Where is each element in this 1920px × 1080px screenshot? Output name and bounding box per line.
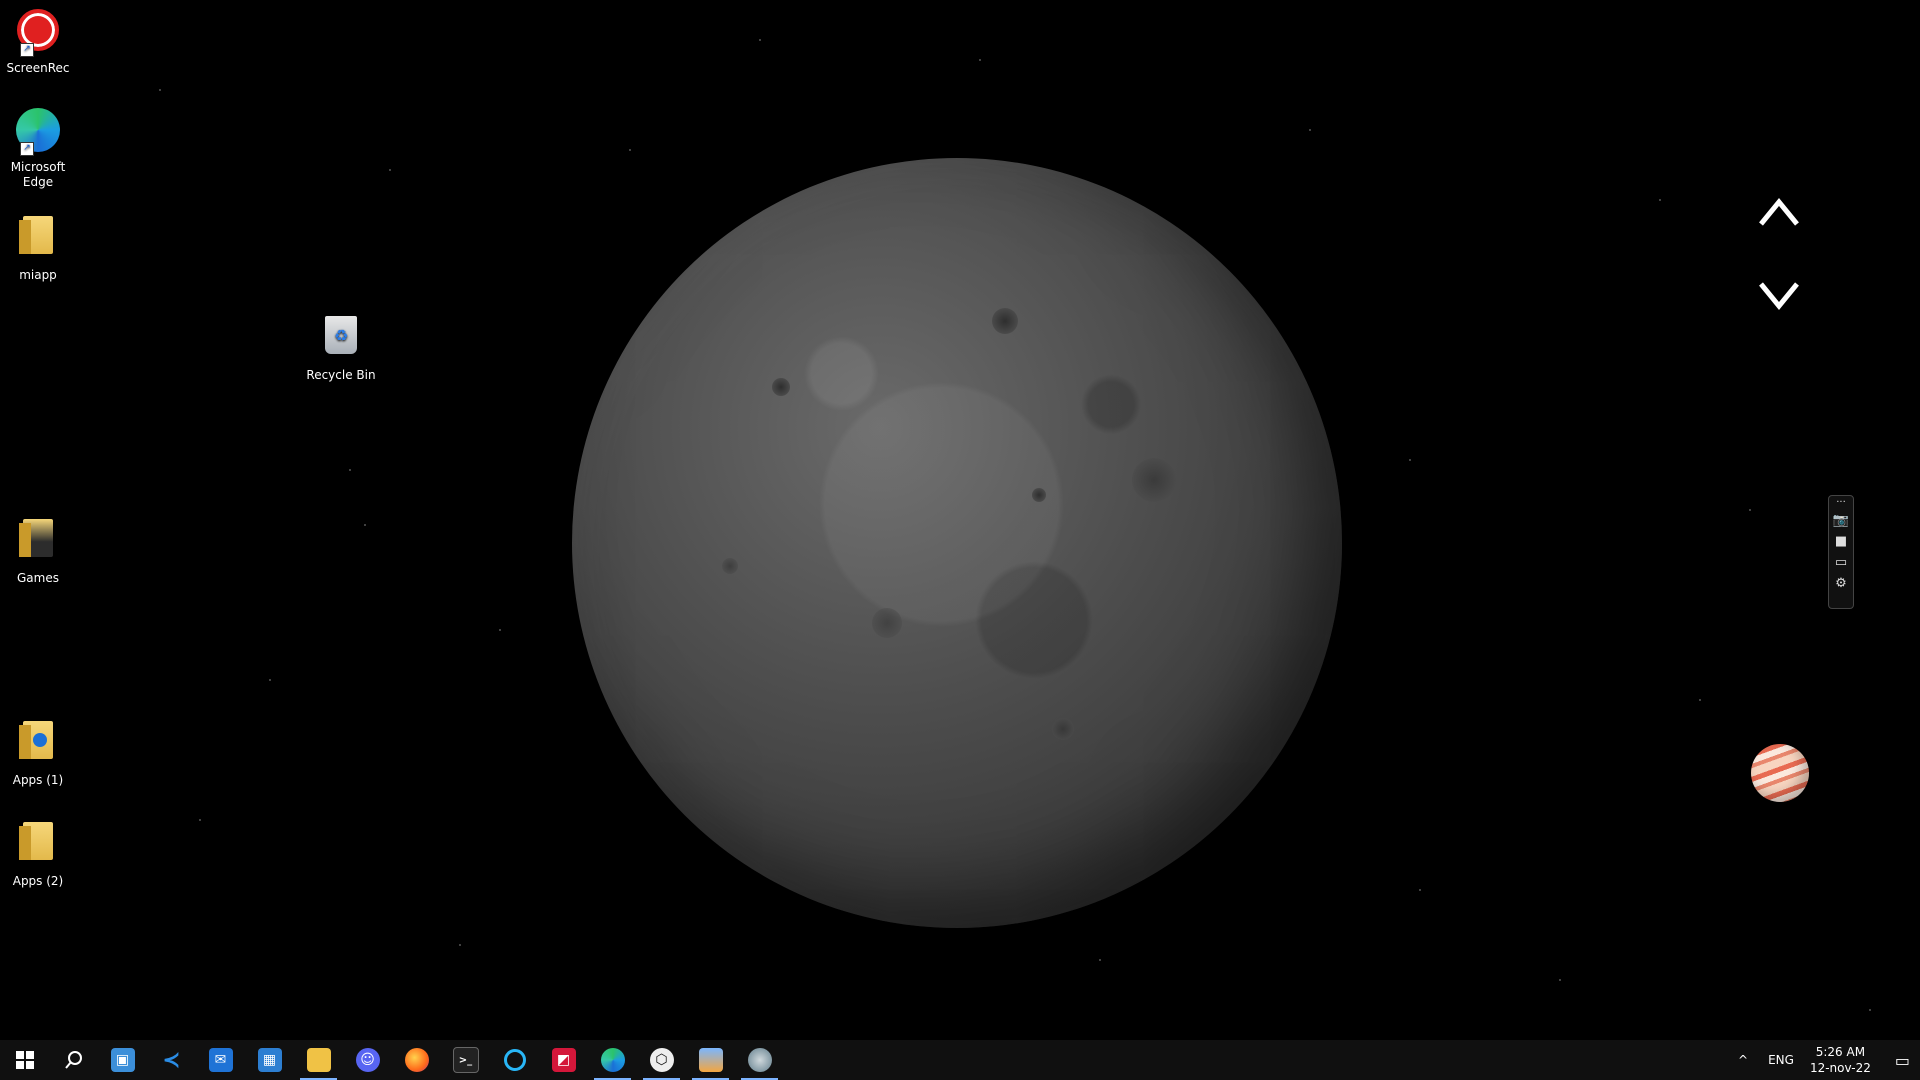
clock-time: 5:26 AM (1815, 1045, 1866, 1059)
app-icon (747, 1048, 772, 1072)
desktop-icon-apps-2[interactable]: Apps (2) (0, 818, 78, 889)
moon-wallpaper (572, 158, 1342, 928)
camera-icon[interactable]: 📷 (1832, 512, 1850, 530)
taskbar-photos[interactable] (686, 1040, 735, 1080)
more-icon[interactable]: ··· (1832, 498, 1850, 509)
amd-icon: ◩ (551, 1048, 576, 1072)
taskbar-unity[interactable]: ⬡ (637, 1040, 686, 1080)
edge-icon (600, 1048, 625, 1072)
system-tray: ^ ENG 5:26 AM 12-nov-22 ▭ (1728, 1040, 1920, 1080)
clock[interactable]: 5:26 AM 12-nov-22 (1810, 1044, 1871, 1076)
chevron-up-icon (1759, 198, 1799, 226)
unity-icon: ⬡ (649, 1048, 674, 1072)
folder-icon (14, 519, 62, 567)
terminal-icon: >_ (452, 1047, 479, 1073)
jupiter-icon[interactable] (1751, 744, 1809, 802)
taskbar-store[interactable]: ▦ (245, 1040, 294, 1080)
folder-icon (14, 721, 62, 769)
desktop-icon-edge[interactable]: ↗ Microsoft Edge (0, 106, 78, 190)
firefox-icon (404, 1048, 429, 1072)
start-button[interactable] (0, 1040, 49, 1080)
recycle-bin-icon: ♻ (317, 316, 365, 364)
taskbar-vscode[interactable]: ≺ (147, 1040, 196, 1080)
chevron-up-icon[interactable]: ^ (1738, 1053, 1748, 1067)
vscode-icon: ≺ (162, 1047, 181, 1073)
taskbar-amd[interactable]: ◩ (539, 1040, 588, 1080)
desktop-icon-label: Games (17, 571, 59, 585)
scroll-down-button[interactable] (1757, 272, 1801, 316)
taskbar-file-explorer[interactable] (294, 1040, 343, 1080)
desktop-icon-label: Recycle Bin (306, 368, 376, 382)
desktop-icon-label: Apps (2) (12, 874, 64, 888)
search-button[interactable] (49, 1040, 98, 1080)
taskbar-terminal[interactable]: >_ (441, 1040, 490, 1080)
chevron-down-icon (1759, 282, 1799, 310)
task-view-icon: ▣ (110, 1048, 135, 1072)
desktop-icon-screenrec[interactable]: ↗ ScreenRec (0, 6, 78, 76)
file-explorer-icon (306, 1048, 331, 1072)
taskbar-mail[interactable]: ✉ (196, 1040, 245, 1080)
gear-icon[interactable]: ⚙ (1832, 575, 1850, 593)
mail-icon: ✉ (208, 1048, 233, 1072)
notification-center-icon[interactable]: ▭ (1895, 1051, 1910, 1070)
screenrec-icon: ↗ (14, 9, 62, 57)
desktop[interactable]: ↗ ScreenRec ↗ Microsoft Edge miapp ♻ Rec… (0, 0, 1920, 1040)
taskbar-task-view[interactable]: ▣ (98, 1040, 147, 1080)
clock-date: 12-nov-22 (1809, 1061, 1871, 1075)
store-icon: ▦ (257, 1048, 282, 1072)
start-icon (13, 1048, 37, 1072)
desktop-icon-games[interactable]: Games (0, 515, 78, 586)
discord-icon: ☺ (355, 1048, 380, 1072)
desktop-icon-label: ScreenRec (6, 61, 70, 75)
desktop-icon-miapp[interactable]: miapp (0, 212, 78, 283)
taskbar-discord[interactable]: ☺ (343, 1040, 392, 1080)
scroll-up-button[interactable] (1757, 192, 1801, 236)
search-icon (62, 1048, 86, 1072)
taskbar-cortana[interactable] (490, 1040, 539, 1080)
desktop-icon-label: miapp (19, 268, 57, 282)
video-icon[interactable]: ■ (1832, 533, 1850, 551)
photos-icon (698, 1048, 723, 1072)
folder-icon (14, 822, 62, 870)
cortana-icon (503, 1049, 526, 1071)
taskbar-firefox[interactable] (392, 1040, 441, 1080)
taskbar-edge[interactable] (588, 1040, 637, 1080)
folder-icon (14, 216, 62, 264)
taskbar: ▣ ≺ ✉ ▦ ☺ >_ ◩ ⬡ ^ ENG 5:26 AM 12-nov-22… (0, 1040, 1920, 1080)
window-icon[interactable]: ▭ (1832, 554, 1850, 572)
desktop-icon-label: Apps (1) (12, 773, 64, 787)
desktop-icon-label: Microsoft Edge (10, 160, 66, 189)
desktop-icon-apps-1[interactable]: Apps (1) (0, 717, 78, 788)
desktop-icon-recycle-bin[interactable]: ♻ Recycle Bin (301, 312, 381, 383)
language-indicator[interactable]: ENG (1768, 1053, 1794, 1067)
edge-icon: ↗ (14, 108, 62, 156)
taskbar-app[interactable] (735, 1040, 784, 1080)
capture-toolbar: ··· 📷 ■ ▭ ⚙ (1828, 495, 1854, 609)
